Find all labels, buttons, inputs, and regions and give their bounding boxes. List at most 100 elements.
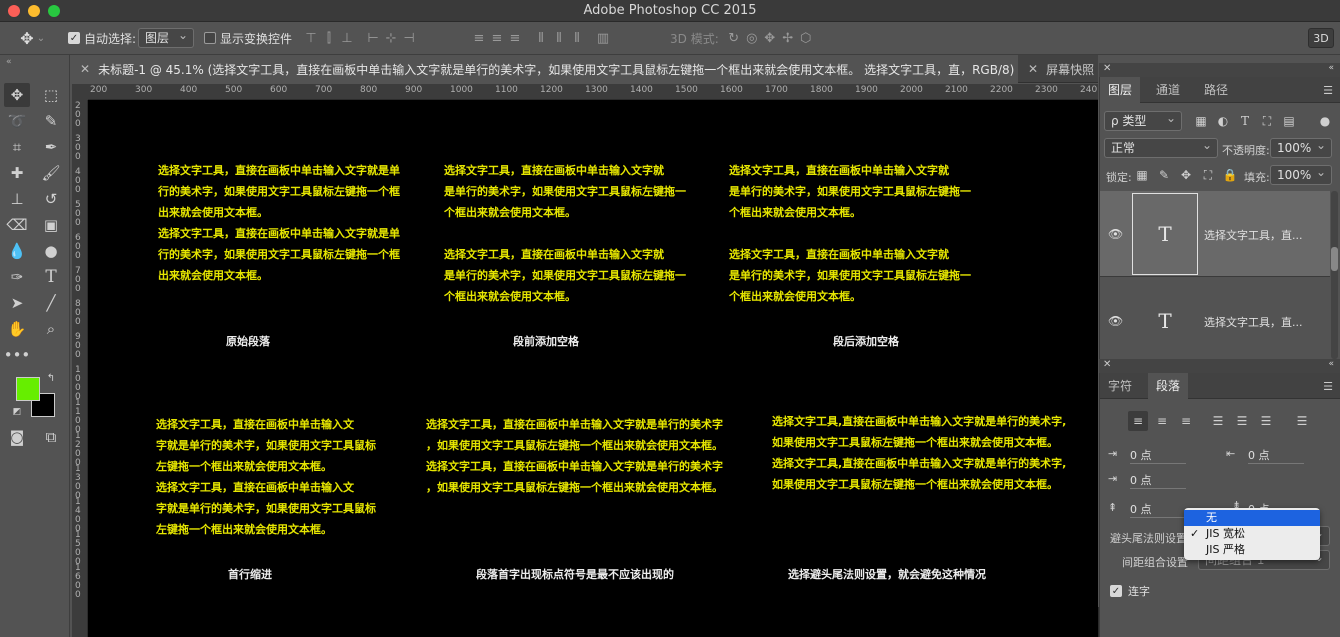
tab-character[interactable]: 字符 xyxy=(1100,373,1140,399)
pen-tool-icon[interactable]: ✑ xyxy=(4,265,30,289)
quick-mask-icon[interactable]: ◙ xyxy=(4,425,30,449)
layer-name[interactable]: 选择文字工具，直... xyxy=(1204,314,1303,330)
default-colors-icon[interactable]: ◩ xyxy=(10,405,24,419)
eraser-tool-icon[interactable]: ⌫ xyxy=(4,213,30,237)
collapse-tools-icon[interactable]: « xyxy=(6,57,12,67)
line-tool-icon[interactable]: ╱ xyxy=(38,291,64,315)
hand-tool-icon[interactable]: ✋ xyxy=(4,317,30,341)
auto-select-toggle[interactable]: ✓ 自动选择: xyxy=(68,29,136,47)
option-jis-weak[interactable]: ✓ JIS 宽松 xyxy=(1184,526,1320,542)
distribute-top-icon[interactable]: ≡ xyxy=(470,29,488,47)
visibility-eye-icon[interactable]: 👁 xyxy=(1108,227,1123,241)
panel-menu-icon[interactable]: ☰ xyxy=(1323,380,1333,393)
tab-paths[interactable]: 路径 xyxy=(1196,77,1236,103)
tab-screenshot[interactable]: ✕ 屏幕快照 xyxy=(1024,55,1098,83)
lock-pixels-icon[interactable]: ✎ xyxy=(1156,165,1172,185)
brush-tool-icon[interactable]: 🖌 xyxy=(38,161,64,185)
lock-transparent-icon[interactable]: ▦ xyxy=(1134,165,1150,185)
3d-pan-icon[interactable]: ✥ xyxy=(761,29,779,47)
tab-channels[interactable]: 通道 xyxy=(1148,77,1188,103)
horizontal-ruler[interactable]: 200 300 400 500 600 700 800 900 1000 1100 1200 1300… xyxy=(88,84,1098,100)
text-layer-first-indent[interactable]: 选择文字工具，直接在画板中单击输入文 字就是单行的美术字，如果使用文字工具鼠标 … xyxy=(156,414,376,540)
distribute-vcenter-icon[interactable]: ≡ xyxy=(488,29,506,47)
visibility-eye-icon[interactable]: 👁 xyxy=(1108,314,1123,328)
blur-tool-icon[interactable]: 💧 xyxy=(4,239,30,263)
align-right-text-icon[interactable]: ≡ xyxy=(1176,411,1196,431)
ruler-origin[interactable] xyxy=(72,84,88,100)
move-tool-preset[interactable]: ✥ ⌄ xyxy=(18,29,46,48)
option-jis-strong[interactable]: JIS 严格 xyxy=(1184,542,1320,558)
show-transform-toggle[interactable]: 显示变换控件 xyxy=(204,29,292,47)
tab-untitled-1[interactable]: ✕ 未标题-1 @ 45.1% (选择文字工具，直接在画板中单击输入文字就是单行… xyxy=(72,55,1018,83)
clone-stamp-icon[interactable]: ⊥ xyxy=(4,187,30,211)
text-layer-space-after[interactable]: 选择文字工具，直接在画板中单击输入文字就 是单行的美术字，如果使用文字工具鼠标左… xyxy=(729,160,971,307)
justify-center-icon[interactable]: ☰ xyxy=(1232,411,1252,431)
align-left-icon[interactable]: ⊢ xyxy=(364,29,382,47)
text-layer-kinsoku[interactable]: 选择文字工具,直接在画板中单击输入文字就是单行的美术字, 如果使用文字工具鼠标左… xyxy=(772,411,1066,495)
justify-right-icon[interactable]: ☰ xyxy=(1256,411,1276,431)
more-tools-icon[interactable]: ••• xyxy=(4,343,31,367)
3d-roll-icon[interactable]: ◎ xyxy=(743,29,761,47)
show-transform-checkbox[interactable] xyxy=(204,32,216,44)
filter-shape-icon[interactable]: ⛶ xyxy=(1258,111,1276,131)
align-bottom-icon[interactable]: ⊥ xyxy=(338,29,356,47)
quick-select-tool-icon[interactable]: ✎ xyxy=(38,109,64,133)
panel-menu-icon[interactable]: ☰ xyxy=(1323,84,1333,97)
tab-paragraph[interactable]: 段落 xyxy=(1148,373,1189,399)
foreground-color-swatch[interactable] xyxy=(16,377,40,401)
swap-colors-icon[interactable]: ↰ xyxy=(44,371,58,385)
close-tab-icon[interactable]: ✕ xyxy=(1028,62,1038,76)
document-canvas[interactable]: 选择文字工具，直接在画板中单击输入文字就是单 行的美术字，如果使用文字工具鼠标左… xyxy=(88,100,1098,637)
move-tool-icon[interactable]: ✥ xyxy=(4,83,30,107)
align-vcenter-icon[interactable]: ⫿ xyxy=(320,29,338,47)
dodge-tool-icon[interactable]: ● xyxy=(38,239,64,263)
distribute-left-icon[interactable]: ⦀ xyxy=(532,29,550,47)
text-layer-punctuation[interactable]: 选择文字工具，直接在画板中单击输入文字就是单行的美术字 ，如果使用文字工具鼠标左… xyxy=(426,414,723,498)
auto-select-target[interactable]: 图层 xyxy=(138,26,194,48)
hyphenate-toggle[interactable]: ✓ 连字 xyxy=(1110,583,1150,599)
indent-right-input[interactable]: 0 点 xyxy=(1248,447,1304,464)
3d-slide-icon[interactable]: ✢ xyxy=(779,29,797,47)
crop-tool-icon[interactable]: ⌗ xyxy=(4,135,30,159)
indent-first-line-input[interactable]: 0 点 xyxy=(1130,472,1186,489)
collapse-panel-icon[interactable]: « xyxy=(1328,63,1334,73)
collapse-panel-icon[interactable]: « xyxy=(1328,359,1334,369)
space-before-input[interactable]: 0 点 xyxy=(1130,501,1186,518)
align-center-text-icon[interactable]: ≡ xyxy=(1152,411,1172,431)
healing-brush-icon[interactable]: ✚ xyxy=(4,161,30,185)
fill-input[interactable]: 100% xyxy=(1270,163,1332,185)
history-brush-icon[interactable]: ↺ xyxy=(38,187,64,211)
filter-toggle-icon[interactable]: ● xyxy=(1316,111,1334,131)
blend-mode-dropdown[interactable]: 正常 xyxy=(1104,136,1218,158)
3d-scale-icon[interactable]: ⬡ xyxy=(797,29,815,47)
filter-adjustment-icon[interactable]: ◐ xyxy=(1214,111,1232,131)
marquee-tool-icon[interactable]: ⬚ xyxy=(38,83,64,107)
option-none[interactable]: 无 xyxy=(1184,510,1320,526)
layer-item[interactable]: 👁 T 选择文字工具，直... xyxy=(1100,191,1330,277)
scrollbar-thumb[interactable] xyxy=(1331,247,1338,271)
align-hcenter-icon[interactable]: ⊹ xyxy=(382,29,400,47)
layers-scrollbar[interactable] xyxy=(1331,191,1338,359)
layer-filter-dropdown[interactable]: ρ 类型 xyxy=(1104,109,1182,131)
lock-all-icon[interactable]: 🔒 xyxy=(1222,165,1238,185)
distribute-hcenter-icon[interactable]: ⦀ xyxy=(550,29,568,47)
justify-left-icon[interactable]: ☰ xyxy=(1208,411,1228,431)
auto-select-dropdown[interactable]: 图层 xyxy=(138,26,194,48)
opacity-input[interactable]: 100% xyxy=(1270,136,1332,158)
lock-position-icon[interactable]: ✥ xyxy=(1178,165,1194,185)
screen-mode-icon[interactable]: ⧉ xyxy=(38,425,64,449)
3d-rotate-icon[interactable]: ↻ xyxy=(725,29,743,47)
align-top-icon[interactable]: ⊤ xyxy=(302,29,320,47)
tab-layers[interactable]: 图层 xyxy=(1100,77,1141,103)
zoom-tool-icon[interactable]: ⌕ xyxy=(38,317,64,341)
align-left-text-icon[interactable]: ≡ xyxy=(1128,411,1148,431)
close-tab-icon[interactable]: ✕ xyxy=(80,62,90,76)
lock-artboard-icon[interactable]: ⛶ xyxy=(1200,165,1216,185)
text-layer-original[interactable]: 选择文字工具，直接在画板中单击输入文字就是单 行的美术字，如果使用文字工具鼠标左… xyxy=(158,160,400,286)
auto-align-icon[interactable]: ▥ xyxy=(594,29,612,47)
filter-pixel-icon[interactable]: ▦ xyxy=(1192,111,1210,131)
filter-smart-icon[interactable]: ▤ xyxy=(1280,111,1298,131)
filter-type-icon[interactable]: T xyxy=(1236,111,1254,131)
eyedropper-tool-icon[interactable]: ✒ xyxy=(38,135,64,159)
hyphenate-checkbox[interactable]: ✓ xyxy=(1110,585,1122,597)
